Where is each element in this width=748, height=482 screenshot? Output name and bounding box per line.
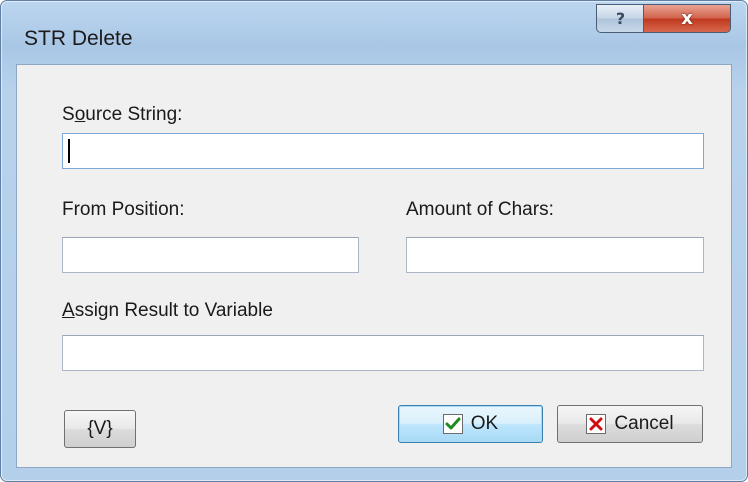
source-string-label: Source String: — [62, 104, 183, 125]
window-title: STR Delete — [24, 27, 133, 50]
help-button[interactable]: ? — [596, 4, 645, 33]
from-position-label: From Position: — [62, 199, 185, 220]
assign-result-input[interactable] — [62, 335, 704, 371]
variables-button-label: {V} — [87, 418, 113, 439]
ok-button-label: OK — [470, 413, 499, 434]
text-caret — [68, 139, 70, 163]
cancel-button[interactable]: Cancel — [557, 405, 703, 443]
help-icon: ? — [615, 9, 626, 28]
checkmark-icon — [442, 414, 463, 434]
close-icon: x — [681, 8, 693, 29]
assign-result-label: Assign Result to Variable — [62, 300, 273, 321]
close-button[interactable]: x — [643, 4, 731, 33]
cancel-x-icon — [586, 414, 607, 434]
variables-button[interactable]: {V} — [64, 410, 136, 448]
ok-button[interactable]: OK — [398, 405, 543, 443]
amount-of-chars-label: Amount of Chars: — [406, 199, 554, 220]
from-position-input[interactable] — [62, 237, 359, 273]
source-string-input[interactable] — [62, 133, 704, 169]
cancel-button-label: Cancel — [614, 413, 674, 434]
amount-of-chars-input[interactable] — [406, 237, 704, 273]
